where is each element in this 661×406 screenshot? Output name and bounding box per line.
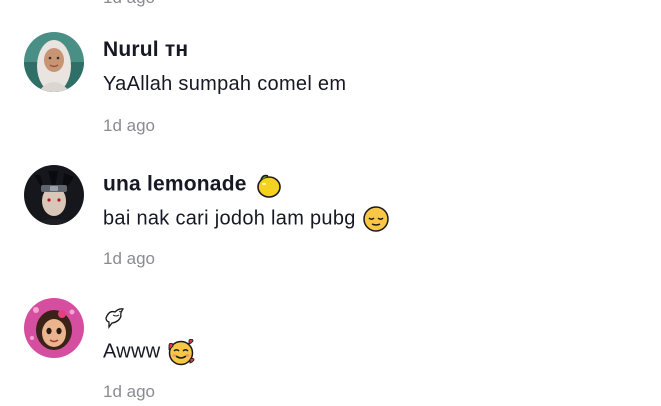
comment-text: Awww xyxy=(103,338,196,366)
avatar[interactable] xyxy=(24,32,84,92)
comment-text-body: Awww xyxy=(103,340,161,363)
comment-text: YaAllah sumpah comel em xyxy=(103,73,347,95)
comment-username[interactable]: 🕊 xyxy=(103,304,127,330)
comment-username[interactable]: Nurul ᴛʜ xyxy=(103,38,188,62)
avatar-hijab-girl-icon xyxy=(24,32,84,92)
relieved-face-icon xyxy=(362,206,390,232)
previous-comment-timestamp: 1d ago xyxy=(103,0,155,8)
avatar[interactable] xyxy=(24,298,84,358)
lemon-icon xyxy=(253,170,283,200)
smiling-face-with-hearts-icon xyxy=(166,338,196,366)
avatar[interactable] xyxy=(24,165,84,225)
dove-emoji-icon xyxy=(105,308,125,329)
username-text: una lemonade xyxy=(103,172,247,196)
comment-timestamp: 1d ago xyxy=(103,382,155,401)
avatar-cartoon-princess-icon xyxy=(24,298,84,358)
avatar-anime-ninja-icon xyxy=(24,165,84,225)
comment-timestamp: 1d ago xyxy=(103,116,155,135)
comment-timestamp: 1d ago xyxy=(103,249,155,268)
comment-username[interactable]: una lemonade xyxy=(103,170,283,200)
comment-text: bai nak cari jodoh lam pubg xyxy=(103,205,390,233)
comment-text-body: bai nak cari jodoh lam pubg xyxy=(103,207,356,230)
